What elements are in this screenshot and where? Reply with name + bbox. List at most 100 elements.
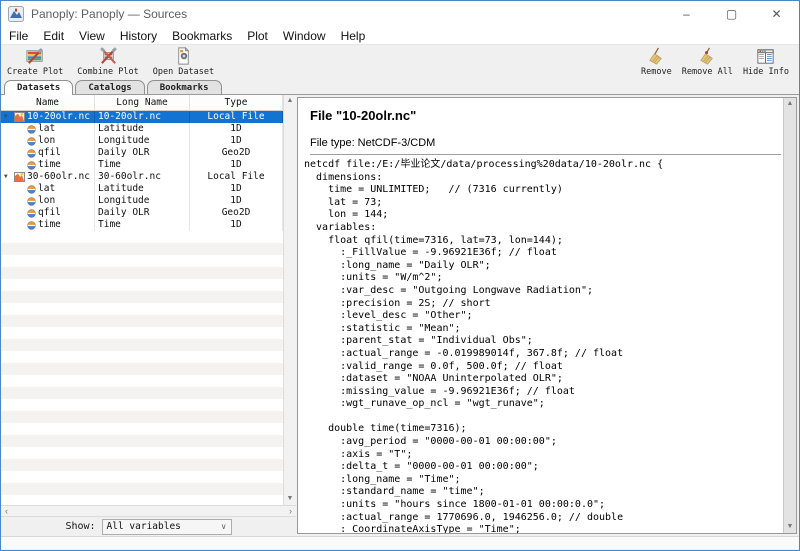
row-long-name: 30-60olr.nc <box>98 171 161 183</box>
toolbar: Create Plot Combine Plot <box>1 44 799 77</box>
menu-view[interactable]: View <box>79 29 105 43</box>
menu-help[interactable]: Help <box>341 29 366 43</box>
table-row-variable[interactable]: time Time 1D <box>1 219 283 231</box>
variable-icon <box>27 161 36 170</box>
tab-catalogs[interactable]: Catalogs <box>75 80 144 94</box>
table-body: ▼10-20olr.nc10-20olr.ncLocal FilelatLati… <box>1 111 283 505</box>
datasets-panel: Name Long Name Type ▼10-20olr.nc10-20olr… <box>1 95 296 536</box>
hide-info-button[interactable]: Hide Info <box>743 46 789 77</box>
variable-icon <box>27 221 36 230</box>
content-area: Name Long Name Type ▼10-20olr.nc10-20olr… <box>1 94 799 536</box>
menu-edit[interactable]: Edit <box>43 29 64 43</box>
table-row-variable[interactable]: timeTime1D <box>1 159 283 171</box>
panoply-window: Panoply: Panoply — Sources – ▢ ✕ File Ed… <box>0 0 800 551</box>
column-header-long-name[interactable]: Long Name <box>95 95 190 111</box>
row-long-name: Latitude <box>98 183 144 195</box>
table-row-variable[interactable]: lon Longitude 1D <box>1 135 283 147</box>
table-vertical-scrollbar[interactable]: ▲ ▼ <box>283 95 296 505</box>
info-file-type: File type: NetCDF-3/CDM <box>310 137 783 149</box>
table-row-variable[interactable]: lonLongitude1D <box>1 195 283 207</box>
column-header-type[interactable]: Type <box>190 95 283 111</box>
open-dataset-button[interactable]: Open Dataset <box>153 46 214 77</box>
create-plot-button[interactable]: Create Plot <box>7 46 63 77</box>
titlebar: Panoply: Panoply — Sources – ▢ ✕ <box>1 1 799 27</box>
netcdf-cdl-dump: netcdf file:/E:/毕业论文/data/processing%20d… <box>304 159 783 533</box>
row-long-name: Longitude <box>98 135 149 147</box>
row-type: 1D <box>230 183 241 195</box>
combine-plot-icon <box>98 46 119 67</box>
show-variables-select[interactable]: All variables ∨ <box>102 519 232 535</box>
tab-datasets[interactable]: Datasets <box>4 80 73 95</box>
remove-all-button[interactable]: Remove All <box>682 46 733 77</box>
show-bar: Show: All variables ∨ <box>1 517 296 536</box>
row-type: Geo2D <box>222 147 251 159</box>
row-name: lon <box>38 195 55 207</box>
variable-icon <box>27 137 36 146</box>
table-row-variable[interactable]: lat Latitude 1D <box>1 183 283 195</box>
remove-all-icon <box>697 46 718 67</box>
row-name: lon <box>38 135 55 147</box>
dataset-file-icon <box>14 172 25 182</box>
info-file-title: File "10-20olr.nc" <box>310 108 783 123</box>
scroll-down-icon[interactable]: ▼ <box>787 521 794 533</box>
scroll-up-icon[interactable]: ▲ <box>287 95 294 107</box>
scroll-right-icon[interactable]: › <box>289 506 292 516</box>
row-name: lat <box>38 123 55 135</box>
table-horizontal-scrollbar[interactable]: ‹ › <box>1 505 296 517</box>
remove-all-label: Remove All <box>682 67 733 77</box>
table-row-variable[interactable]: qfilDaily OLRGeo2D <box>1 207 283 219</box>
expander-triangle-icon[interactable]: ▼ <box>4 171 14 183</box>
row-type: 1D <box>230 135 241 147</box>
minimize-button[interactable]: – <box>664 1 709 27</box>
row-name: 30-60olr.nc <box>27 171 90 183</box>
column-header-name[interactable]: Name <box>1 95 95 111</box>
close-button[interactable]: ✕ <box>754 1 799 27</box>
window-title: Panoply: Panoply — Sources <box>31 7 187 21</box>
row-type: 1D <box>230 159 241 171</box>
table-row-variable[interactable]: qfilDaily OLRGeo2D <box>1 147 283 159</box>
panoply-app-icon <box>8 6 24 22</box>
create-plot-label: Create Plot <box>7 67 63 77</box>
menu-history[interactable]: History <box>120 29 157 43</box>
remove-label: Remove <box>641 67 672 77</box>
status-strip <box>1 536 799 549</box>
row-long-name: 10-20olr.nc <box>98 111 161 123</box>
remove-icon <box>646 46 667 67</box>
table-row-dataset[interactable]: ▼30-60olr.nc30-60olr.ncLocal File <box>1 171 283 183</box>
info-divider <box>310 154 781 155</box>
table-row-dataset[interactable]: ▼10-20olr.nc10-20olr.ncLocal File <box>1 111 283 123</box>
open-dataset-icon <box>173 46 194 67</box>
expander-triangle-icon[interactable]: ▼ <box>4 111 14 123</box>
menu-file[interactable]: File <box>9 29 28 43</box>
remove-button[interactable]: Remove <box>641 46 672 77</box>
maximize-button[interactable]: ▢ <box>709 1 754 27</box>
variable-icon <box>27 197 36 206</box>
row-long-name: Time <box>98 219 121 231</box>
menu-plot[interactable]: Plot <box>247 29 268 43</box>
create-plot-icon <box>25 46 46 67</box>
variable-icon <box>27 125 36 134</box>
scroll-down-icon[interactable]: ▼ <box>287 493 294 505</box>
row-type: 1D <box>230 123 241 135</box>
row-long-name: Longitude <box>98 195 149 207</box>
row-name: lat <box>38 183 55 195</box>
menu-bookmarks[interactable]: Bookmarks <box>172 29 232 43</box>
row-name: qfil <box>38 147 61 159</box>
row-long-name: Latitude <box>98 123 144 135</box>
info-body: File "10-20olr.nc" File type: NetCDF-3/C… <box>298 98 783 533</box>
tabbar: Datasets Catalogs Bookmarks <box>1 77 799 94</box>
row-type: 1D <box>230 219 241 231</box>
scroll-left-icon[interactable]: ‹ <box>5 506 8 516</box>
row-name: time <box>38 219 61 231</box>
table-header: Name Long Name Type <box>1 95 283 111</box>
tab-bookmarks[interactable]: Bookmarks <box>147 80 222 94</box>
hide-info-label: Hide Info <box>743 67 789 77</box>
menu-window[interactable]: Window <box>283 29 326 43</box>
menubar: File Edit View History Bookmarks Plot Wi… <box>1 27 799 44</box>
info-vertical-scrollbar[interactable]: ▲ ▼ <box>783 98 796 533</box>
show-variables-value: All variables <box>107 521 221 532</box>
table-row-variable[interactable]: lat Latitude 1D <box>1 123 283 135</box>
combine-plot-button[interactable]: Combine Plot <box>77 46 138 77</box>
scroll-up-icon[interactable]: ▲ <box>787 98 794 110</box>
variable-icon <box>27 149 36 158</box>
